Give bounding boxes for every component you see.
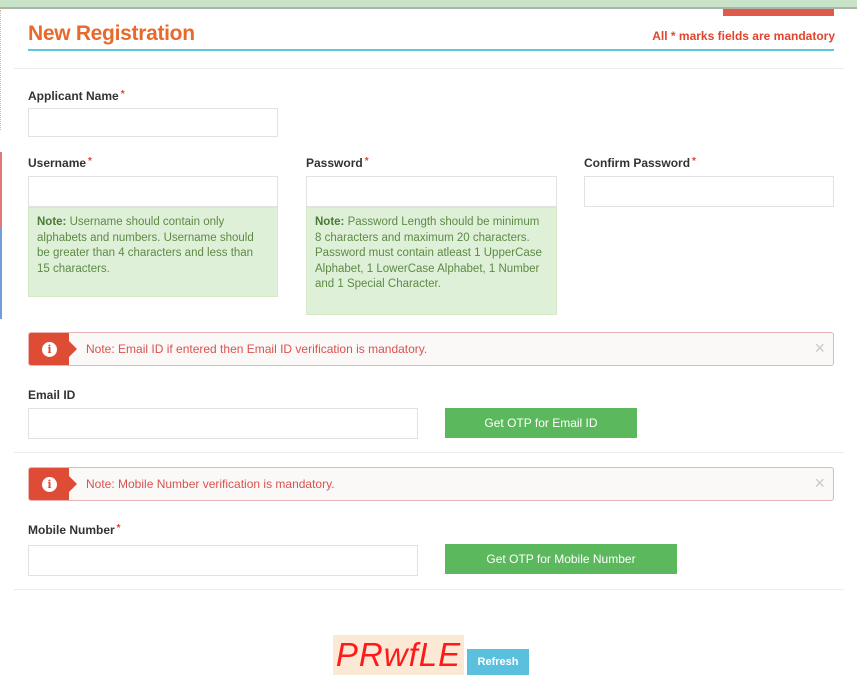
info-icon: i [42, 477, 57, 492]
page-title: New Registration [28, 22, 195, 45]
required-mark: * [692, 156, 696, 167]
password-label: Password * [306, 156, 369, 170]
close-icon[interactable]: × [814, 473, 825, 494]
email-label: Email ID [28, 388, 75, 402]
captcha-image: PRwfLE [333, 635, 464, 675]
label-text: Confirm Password [584, 156, 691, 170]
accent-tab [723, 9, 834, 16]
applicant-name-label: Applicant Name * [28, 89, 125, 103]
alert-badge: i [29, 468, 77, 500]
alert-message: Note: Mobile Number verification is mand… [86, 477, 335, 491]
password-input[interactable] [306, 176, 557, 207]
confirm-password-label: Confirm Password * [584, 156, 696, 170]
close-icon[interactable]: × [814, 338, 825, 359]
required-mark: * [88, 156, 92, 167]
email-input[interactable] [28, 408, 418, 439]
divider [14, 68, 844, 69]
email-otp-button[interactable]: Get OTP for Email ID Verification [445, 408, 637, 460]
password-note: Note: Password Length should be minimum … [306, 207, 557, 315]
mobile-label: Mobile Number * [28, 523, 121, 537]
required-mark: * [364, 156, 369, 167]
label-text: Username [28, 156, 87, 170]
label-text: Password [306, 156, 363, 170]
divider [14, 452, 844, 453]
info-icon: i [42, 342, 57, 357]
mobile-input[interactable] [28, 545, 418, 576]
confirm-password-input[interactable] [584, 176, 834, 207]
username-input[interactable] [28, 176, 278, 207]
alert-badge: i [29, 333, 77, 365]
required-mark: * [120, 89, 125, 100]
label-text: Applicant Name [28, 89, 119, 103]
left-edge-decoration [0, 227, 2, 319]
note-prefix: Note: [315, 216, 345, 228]
alert-message: Note: Email ID if entered then Email ID … [86, 342, 428, 356]
note-text: Password Length should be minimum 8 char… [315, 216, 542, 290]
top-bar [0, 0, 857, 9]
mobile-alert: i Note: Mobile Number verification is ma… [28, 467, 834, 501]
username-note: Note: Username should contain only alpha… [28, 207, 278, 297]
required-mark: * [116, 523, 121, 534]
refresh-captcha-button[interactable]: Refresh [467, 649, 529, 675]
mobile-otp-button[interactable]: Get OTP for Mobile Number Verification [445, 544, 677, 596]
email-alert: i Note: Email ID if entered then Email I… [28, 332, 834, 366]
username-label: Username * [28, 156, 92, 170]
label-text: Email ID [28, 388, 76, 402]
applicant-name-input[interactable] [28, 108, 278, 137]
divider [14, 589, 844, 590]
left-edge-decoration [0, 10, 3, 130]
left-edge-decoration [0, 152, 2, 227]
note-text: Username should contain only alphabets a… [37, 216, 254, 275]
label-text: Mobile Number [28, 523, 115, 537]
mandatory-note: All * marks fields are mandatory [652, 29, 835, 43]
title-underline [28, 49, 834, 51]
note-prefix: Note: [37, 216, 67, 228]
